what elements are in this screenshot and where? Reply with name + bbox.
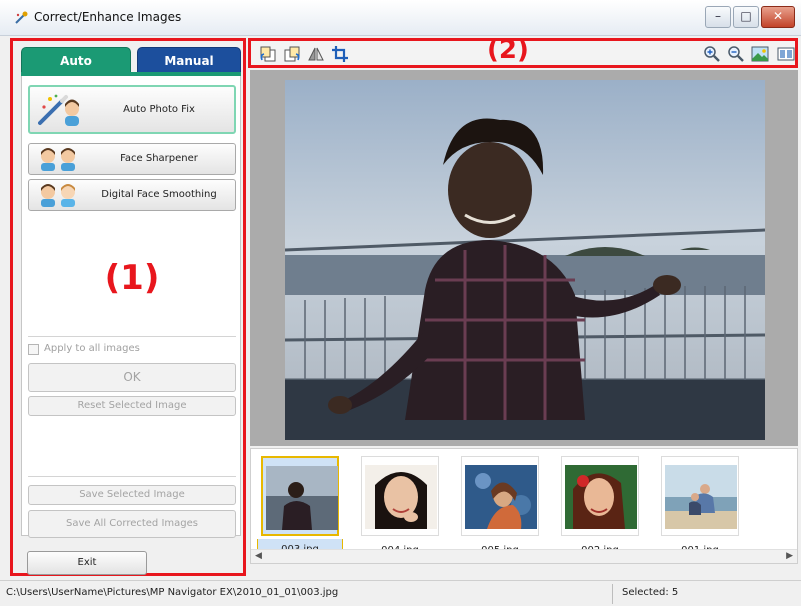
face-sharpener-button[interactable]: Face Sharpener: [28, 143, 236, 175]
scroll-left-icon[interactable]: ◀: [255, 551, 262, 561]
digital-face-smoothing-button[interactable]: Digital Face Smoothing: [28, 179, 236, 211]
status-divider: [612, 584, 613, 604]
thumbnail-strip: 003.jpg 004.jpg: [250, 448, 798, 564]
save-all-corrected-images-button[interactable]: Save All Corrected Images: [28, 510, 236, 538]
preview-image: [285, 80, 765, 440]
divider: [28, 476, 236, 477]
compare-icon[interactable]: [777, 45, 795, 63]
zoom-in-icon[interactable]: [703, 45, 721, 63]
exit-button[interactable]: Exit: [27, 551, 147, 575]
crop-icon[interactable]: [331, 45, 349, 63]
auto-photo-fix-label: Auto Photo Fix: [123, 104, 195, 115]
thumbnail-frame: [561, 456, 639, 536]
horizontal-scrollbar[interactable]: ◀ ▶: [251, 549, 797, 563]
thumbnail-image: [365, 465, 437, 529]
toolbar: (2): [248, 35, 798, 68]
thumbnail-image: [665, 465, 737, 529]
minimize-icon: –: [715, 9, 721, 23]
rotate-right-icon[interactable]: [283, 45, 301, 63]
rotate-left-icon[interactable]: [259, 45, 277, 63]
title-bar: Correct/Enhance Images – □ ✕: [0, 0, 801, 36]
thumbnail-item[interactable]: 001.jpg: [657, 453, 743, 561]
correction-panel: Auto Manual Auto Photo Fix Face Sharpene…: [10, 38, 246, 576]
thumbnail-image: [266, 466, 338, 530]
file-path: C:\Users\UserName\Pictures\MP Navigator …: [6, 587, 339, 598]
auto-photo-fix-icon: [38, 94, 79, 126]
maximize-icon: □: [740, 9, 752, 23]
auto-photo-fix-button[interactable]: Auto Photo Fix: [28, 85, 236, 134]
zoom-out-icon[interactable]: [727, 45, 745, 63]
thumbnail-frame: [361, 456, 439, 536]
tab-manual[interactable]: Manual: [137, 47, 241, 73]
apply-to-all-label: Apply to all images: [44, 343, 140, 354]
mirror-icon[interactable]: [307, 45, 325, 63]
thumbnail-item[interactable]: 003.jpg: [257, 453, 343, 561]
close-button[interactable]: ✕: [761, 6, 795, 28]
thumbnail-image: [565, 465, 637, 529]
window-title: Correct/Enhance Images: [34, 10, 182, 24]
thumbnail-image: [465, 465, 537, 529]
preview-area: [250, 70, 798, 446]
auto-tab-content: Auto Photo Fix Face Sharpener Digital Fa…: [21, 76, 241, 538]
selected-count: Selected: 5: [622, 587, 679, 598]
face-sharpener-icon: [41, 148, 75, 171]
save-selected-image-button[interactable]: Save Selected Image: [28, 485, 236, 505]
status-bar: C:\Users\UserName\Pictures\MP Navigator …: [0, 580, 801, 606]
reset-selected-image-button[interactable]: Reset Selected Image: [28, 396, 236, 416]
thumbnail-item[interactable]: 002.jpg: [557, 453, 643, 561]
whole-image-icon[interactable]: [751, 45, 769, 63]
scroll-right-icon[interactable]: ▶: [786, 551, 793, 561]
thumbnail-frame: [461, 456, 539, 536]
correct-enhance-window: Correct/Enhance Images – □ ✕ Auto Manual: [0, 0, 801, 606]
ok-button[interactable]: OK: [28, 363, 236, 392]
thumbnail-frame: [261, 456, 339, 536]
thumbnail-item[interactable]: 004.jpg: [357, 453, 443, 561]
tab-auto[interactable]: Auto: [21, 47, 131, 73]
area-label-2: (2): [487, 35, 529, 65]
digital-face-smoothing-label: Digital Face Smoothing: [101, 189, 217, 200]
maximize-button[interactable]: □: [733, 6, 759, 28]
divider: [28, 336, 236, 337]
app-icon: [15, 11, 28, 24]
face-sharpener-label: Face Sharpener: [120, 153, 198, 164]
area-label-1: (1): [104, 258, 160, 298]
digital-face-smoothing-icon: [41, 184, 75, 207]
thumbnail-item[interactable]: 005.jpg: [457, 453, 543, 561]
thumbnail-frame: [661, 456, 739, 536]
close-icon: ✕: [772, 9, 784, 23]
minimize-button[interactable]: –: [705, 6, 731, 28]
checkbox-box[interactable]: [28, 344, 39, 355]
